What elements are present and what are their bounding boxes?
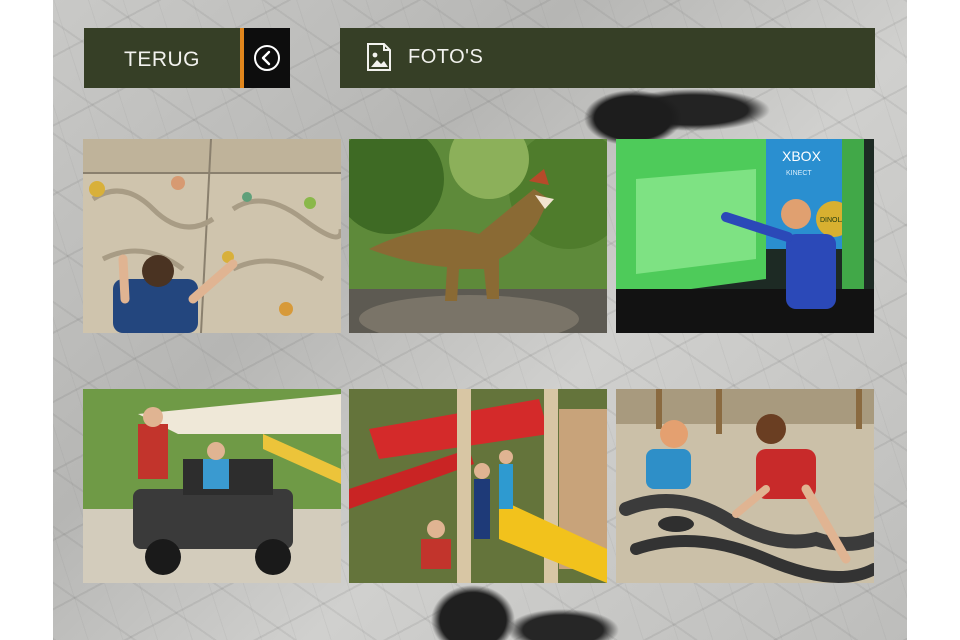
page-title: FOTO'S bbox=[408, 46, 484, 68]
xbox-wall-text: XBOX bbox=[782, 148, 822, 164]
kinect-wall-text: KINECT bbox=[786, 170, 812, 177]
photo-climbing-wall bbox=[83, 139, 341, 333]
photo-tile[interactable] bbox=[349, 389, 607, 583]
photo-tile[interactable] bbox=[349, 139, 607, 333]
photo-tile[interactable]: XBOX KINECT DINOLAND bbox=[616, 139, 874, 333]
back-label: TERUG bbox=[124, 48, 200, 71]
photo-plane-structure bbox=[349, 389, 607, 583]
section-header: FOTO'S bbox=[340, 28, 875, 88]
photo-tile[interactable] bbox=[616, 389, 874, 583]
photo-tile[interactable] bbox=[83, 139, 341, 333]
photo-tile[interactable] bbox=[83, 389, 341, 583]
photo-jeep bbox=[83, 389, 341, 583]
back-button[interactable]: TERUG bbox=[84, 28, 290, 88]
photo-dinosaur bbox=[349, 139, 607, 333]
photo-icon bbox=[367, 43, 391, 71]
back-arrow-icon bbox=[254, 45, 280, 71]
back-icon-box[interactable] bbox=[244, 28, 290, 88]
photo-xbox-kinect: XBOX KINECT DINOLAND bbox=[616, 139, 874, 333]
photo-fossil-dig bbox=[616, 389, 874, 583]
